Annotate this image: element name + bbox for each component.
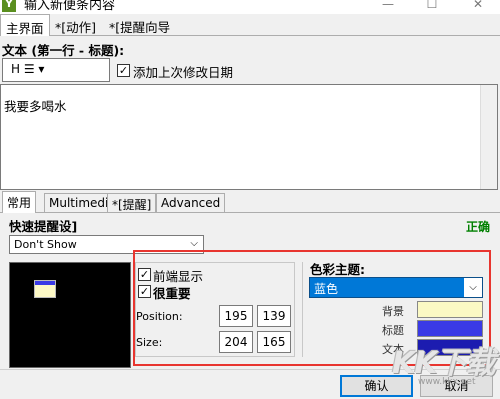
text-label: 文本 (第一行 - 标题): [2, 43, 125, 58]
tab-advanced[interactable]: Advanced [156, 193, 226, 212]
chevron-down-icon: ⌵ [190, 238, 198, 249]
tab-main[interactable]: 主界面 [0, 14, 50, 36]
maximize-icon[interactable]: ☐ [410, 0, 454, 12]
watermark-logo: KK下载 [392, 346, 495, 381]
note-text: 我要多喝水 [4, 99, 67, 114]
title-bar: Y 输入新便条内容 — ☐ ✕ [0, 0, 500, 14]
note-scrollbar[interactable] [480, 85, 497, 189]
tab-actions[interactable]: *[动作] [50, 14, 101, 36]
close-icon[interactable]: ✕ [456, 0, 500, 12]
add-date-checkbox[interactable]: ✓ [117, 64, 130, 77]
watermark-url: www.kkx.net [418, 377, 476, 387]
preview-note [34, 280, 56, 298]
add-date-label: 添加上次修改日期 [133, 65, 234, 80]
minimize-icon[interactable]: — [366, 0, 410, 12]
tab-reminder-wizard[interactable]: *[提醒向导 [104, 14, 175, 36]
status-label: 正确 [466, 220, 491, 234]
app-icon: Y [2, 0, 16, 12]
window-title: 输入新便条内容 [24, 0, 116, 13]
quick-reminder-label: 快速提醒设] [9, 219, 78, 234]
note-text-area[interactable]: 我要多喝水 [0, 84, 498, 190]
tab-general[interactable]: 常用 [2, 191, 37, 213]
quick-reminder-value: Don't Show [14, 238, 77, 251]
preview-box [9, 262, 131, 368]
format-combo[interactable]: H ☰ ▾ [2, 58, 110, 82]
tab-reminder[interactable]: *[提醒] [107, 193, 157, 212]
